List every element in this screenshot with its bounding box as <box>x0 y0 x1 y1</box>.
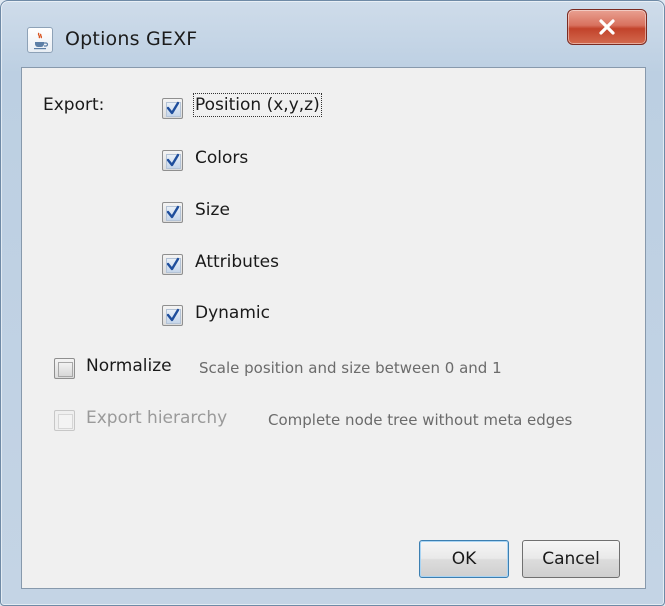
title-bar[interactable]: Options GEXF <box>1 1 664 65</box>
java-cup-icon[interactable] <box>27 27 53 53</box>
dialog-content: Export: Position (x,y,z) Colors Size Att… <box>21 67 646 589</box>
options-gexf-dialog: Options GEXF Export: Position (x,y,z) Co… <box>0 0 665 606</box>
attributes-label[interactable]: Attributes <box>195 252 279 272</box>
dynamic-checkbox[interactable] <box>162 305 183 326</box>
colors-checkbox[interactable] <box>162 150 183 171</box>
position-checkbox[interactable] <box>162 98 183 119</box>
export-hierarchy-hint: Complete node tree without meta edges <box>268 411 573 429</box>
normalize-label[interactable]: Normalize <box>86 356 172 376</box>
normalize-checkbox[interactable] <box>54 358 75 379</box>
export-hierarchy-checkbox <box>54 410 75 431</box>
size-checkbox[interactable] <box>162 202 183 223</box>
normalize-hint: Scale position and size between 0 and 1 <box>199 359 502 377</box>
export-label: Export: <box>43 95 105 115</box>
position-label[interactable]: Position (x,y,z) <box>193 93 322 117</box>
window-title: Options GEXF <box>65 28 198 50</box>
attributes-checkbox[interactable] <box>162 254 183 275</box>
close-button[interactable] <box>567 9 647 45</box>
size-label[interactable]: Size <box>195 200 230 220</box>
checkmark-icon <box>166 101 180 115</box>
checkmark-icon <box>166 205 180 219</box>
close-icon <box>599 19 615 35</box>
checkmark-icon <box>166 257 180 271</box>
checkmark-icon <box>166 308 180 322</box>
checkmark-icon <box>166 153 180 167</box>
cancel-button[interactable]: Cancel <box>522 540 620 578</box>
export-hierarchy-label: Export hierarchy <box>86 408 228 428</box>
dynamic-label[interactable]: Dynamic <box>195 303 270 323</box>
ok-button[interactable]: OK <box>419 540 509 578</box>
colors-label[interactable]: Colors <box>195 148 248 168</box>
